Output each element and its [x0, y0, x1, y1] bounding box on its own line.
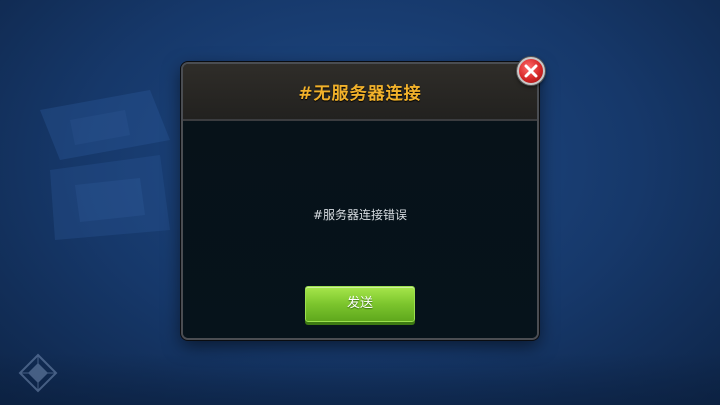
corner-emblem-icon: [18, 353, 58, 393]
dialog-message: #服务器连接错误: [312, 208, 408, 222]
dialog-title: #无服务器连接: [298, 84, 422, 104]
error-dialog: #无服务器连接 #服务器连接错误 发送: [181, 62, 539, 340]
send-button[interactable]: 发送: [305, 286, 415, 322]
background-bottom-band: [0, 353, 720, 405]
close-icon: [524, 64, 538, 78]
close-button[interactable]: [517, 57, 545, 85]
dialog-header: #无服务器连接: [183, 64, 537, 121]
dialog-body: #服务器连接错误 发送: [183, 121, 537, 338]
game-logo-watermark: [40, 90, 170, 240]
